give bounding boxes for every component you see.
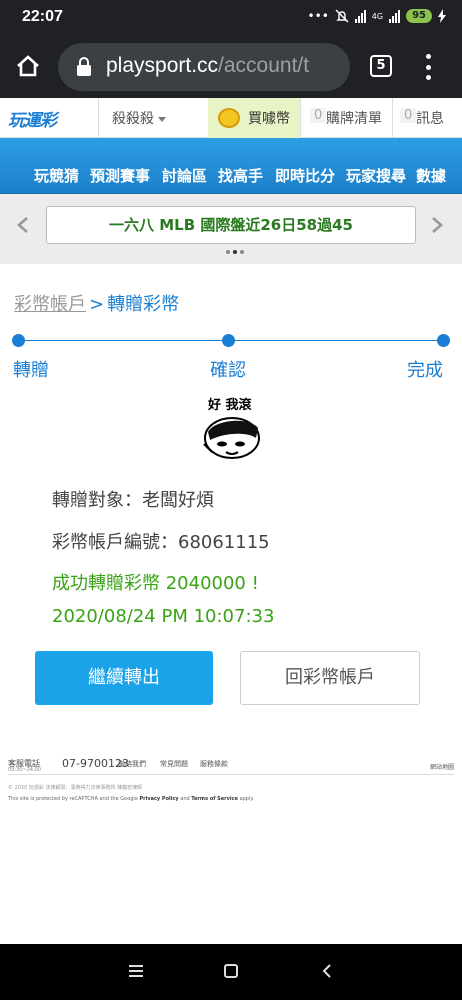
coin-icon — [218, 108, 240, 128]
browser-toolbar: playsport.cc/account/t 5 — [0, 36, 462, 98]
transfer-success-message: 成功轉贈彩幣 2040000 ! — [52, 573, 259, 594]
site-logo[interactable]: 玩運彩 — [8, 106, 74, 131]
messages-link[interactable]: 訊息 — [416, 108, 444, 128]
signal-icon-2 — [389, 9, 401, 23]
message-count-badge: 0 — [400, 108, 417, 123]
signal-icon — [354, 9, 366, 23]
breadcrumb-separator: > — [89, 294, 105, 315]
status-bar: 22:07 ••• 4G 95 — [0, 0, 462, 36]
chevron-right-icon[interactable] — [430, 216, 444, 234]
nav-item-forum[interactable]: 討論區 — [162, 165, 207, 186]
footer-copyright: © 2020 玩運彩 法律顧問：漢英得力法律事務所 陳鐵宏律師 — [8, 785, 143, 791]
step-label-done: 完成 — [407, 360, 443, 381]
url-path: /account/t — [218, 54, 310, 77]
privacy-policy-link[interactable]: Privacy Policy — [139, 796, 178, 802]
system-nav-bar — [0, 944, 462, 1000]
breadcrumb-coin-account[interactable]: 彩幣帳戶 — [14, 294, 86, 315]
cart-link[interactable]: 購牌清單 — [326, 108, 382, 128]
nav-item-predict[interactable]: 預測賽事 — [90, 165, 150, 186]
buy-coin-button[interactable]: 買噱幣 — [208, 98, 300, 138]
status-icons: ••• 4G 95 — [308, 9, 446, 23]
nav-item-experts[interactable]: 找高手 — [218, 165, 263, 186]
breadcrumb: 彩幣帳戶 > 轉贈彩幣 — [14, 290, 179, 316]
footer-link-faq[interactable]: 常見問題 — [160, 759, 188, 769]
footer-recaptcha-note: This site is protected by reCAPTCHA and … — [8, 796, 255, 802]
user-menu[interactable]: 殺殺殺 — [112, 108, 166, 128]
main-nav: 玩競猜 預測賽事 討論區 找高手 即時比分 玩家搜尋 數據 — [0, 138, 462, 194]
address-bar[interactable]: playsport.cc/account/t — [58, 43, 350, 91]
footer-divider — [8, 774, 454, 775]
header-divider — [392, 98, 393, 138]
step-dot-2 — [222, 334, 235, 347]
lock-icon — [77, 57, 91, 76]
nav-item-player-search[interactable]: 玩家搜尋 — [346, 165, 406, 186]
battery-level: 95 — [406, 9, 432, 23]
carousel-dots — [226, 250, 244, 254]
cart-count-badge: 0 — [310, 108, 327, 123]
footer-link-terms[interactable]: 服務條款 — [200, 759, 228, 769]
ticker-carousel: 一六八 MLB 國際盤近26日58過45 — [0, 194, 462, 264]
caret-down-icon — [158, 116, 166, 122]
back-icon[interactable] — [320, 963, 334, 979]
step-label-transfer: 轉贈 — [13, 360, 49, 381]
nav-item-guess[interactable]: 玩競猜 — [34, 165, 79, 186]
url-host: playsport.cc — [106, 54, 219, 77]
nav-item-live-score[interactable]: 即時比分 — [275, 165, 335, 186]
header-divider — [98, 98, 99, 138]
user-name: 殺殺殺 — [112, 111, 154, 127]
coin-account-number: 彩幣帳戶編號：68061115 — [52, 532, 270, 553]
home-square-icon[interactable] — [224, 964, 238, 978]
transfer-datetime: 2020/08/24 PM 10:07:33 — [52, 606, 275, 627]
site-header: 玩運彩 殺殺殺 買噱幣 0 購牌清單 0 訊息 — [0, 98, 462, 138]
step-dot-1 — [12, 334, 25, 347]
status-time: 22:07 — [22, 8, 63, 25]
recent-apps-icon[interactable] — [129, 965, 143, 977]
breadcrumb-current: 轉贈彩幣 — [107, 294, 180, 315]
home-icon[interactable] — [14, 52, 42, 80]
transfer-recipient: 轉贈對象：老闆好煩 — [52, 490, 214, 511]
tab-switcher-button[interactable]: 5 — [370, 55, 392, 77]
ticker-message[interactable]: 一六八 MLB 國際盤近26日58過45 — [46, 206, 416, 244]
terms-of-service-link[interactable]: Terms of Service — [191, 796, 238, 802]
header-divider — [300, 98, 301, 138]
continue-transfer-button[interactable]: 繼續轉出 — [35, 651, 213, 705]
back-to-coin-account-button[interactable]: 回彩幣帳戶 — [240, 651, 420, 705]
charging-icon — [438, 9, 446, 23]
more-notifications-icon: ••• — [307, 9, 329, 23]
footer-link-contact[interactable]: 聯絡我們 — [118, 759, 146, 769]
mute-icon — [335, 9, 349, 23]
step-dot-3 — [437, 334, 450, 347]
url-text[interactable]: playsport.cc/account/t — [106, 54, 309, 78]
network-type: 4G — [371, 11, 384, 21]
avatar-sticker: 好 我滾 — [200, 392, 264, 464]
chevron-left-icon[interactable] — [16, 216, 30, 234]
buy-coin-label: 買噱幣 — [248, 111, 290, 127]
sticker-face-icon — [203, 417, 260, 459]
browser-menu-icon[interactable] — [424, 54, 432, 80]
footer-phone-hours: 09:30~24:00 — [8, 767, 42, 773]
nav-item-stats[interactable]: 數據 — [416, 165, 446, 186]
step-label-confirm: 確認 — [210, 360, 246, 381]
footer-link-sitemap[interactable]: 網站地圖 — [430, 762, 454, 771]
